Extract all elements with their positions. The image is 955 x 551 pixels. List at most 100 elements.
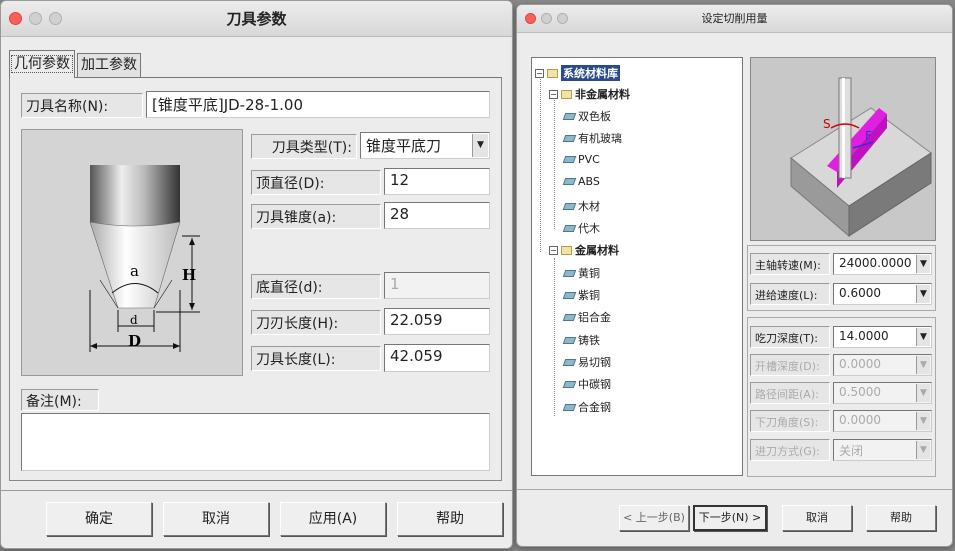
spindle-speed-select[interactable]: 24000.0000 ▼ [833,253,932,275]
plunge-angle-select[interactable]: 0.0000 ▼ [833,410,932,432]
tool-length-input[interactable]: 42.059 [384,344,490,372]
feed-rate-select[interactable]: 0.6000 ▼ [833,283,932,305]
minimize-window-button[interactable] [541,13,552,24]
tree-item[interactable]: PVC [562,153,600,166]
prev-button[interactable]: < 上一步(B) [619,505,689,531]
tree-item[interactable]: 合金钢 [562,399,611,415]
tab-machining-label: 加工参数 [81,57,137,73]
blade-length-label: 刀刃长度(H): [251,310,381,335]
collapse-icon[interactable]: − [549,89,558,99]
stepover-select[interactable]: 0.5000 ▼ [833,382,932,404]
tree-item-label: 紫铜 [578,289,600,302]
material-icon [562,202,577,210]
folder-icon [547,68,558,78]
minimize-window-button[interactable] [29,12,42,25]
help-button[interactable]: 帮助 [397,502,503,536]
chevron-down-icon[interactable]: ▼ [916,384,930,402]
close-window-button[interactable] [525,13,536,24]
tree-guide-line [554,94,555,229]
slot-depth-label: 开槽深度(D): [750,354,830,376]
next-button[interactable]: 下一步(N) > [693,505,767,531]
tree-guide-line [540,72,541,252]
title-bar: 设定切削用量 [517,5,952,33]
tool-params-dialog: 刀具参数 几何参数 加工参数 刀具名称(N): [锥度平底]JD-28-1.00 [0,0,513,549]
note-textarea[interactable] [21,413,490,471]
tab-machining[interactable]: 加工参数 [77,53,141,78]
cancel-button[interactable]: 取消 [163,502,269,536]
tree-item[interactable]: 木材 [562,198,600,214]
feed-rate-label: 进给速度(L): [750,283,830,305]
material-icon [562,313,577,321]
tool-length-label: 刀具长度(L): [251,346,381,371]
tool-name-label: 刀具名称(N): [21,93,143,118]
tool-type-select[interactable]: 锥度平底刀 ▼ [360,132,490,159]
tree-item[interactable]: 双色板 [562,108,611,124]
chevron-down-icon[interactable]: ▼ [916,328,930,346]
tool-name-input[interactable]: [锥度平底]JD-28-1.00 [146,91,490,118]
ok-button[interactable]: 确定 [46,502,152,536]
top-diameter-input[interactable]: 12 [384,168,490,195]
diameter-D-label: D [128,332,141,350]
chevron-down-icon[interactable]: ▼ [916,285,930,303]
tree-item[interactable]: 铸铁 [562,332,600,348]
tree-item-label: 黄铜 [578,267,600,280]
apply-button[interactable]: 应用(A) [280,502,386,536]
zoom-window-button[interactable] [49,12,62,25]
tree-item-label: 铝合金 [578,311,611,324]
tree-metal[interactable]: − 金属材料 [549,242,619,258]
tree-item[interactable]: 易切钢 [562,354,611,370]
tree-nonmetal-label: 非金属材料 [575,88,630,101]
material-tree[interactable]: − 系统材料库 − 非金属材料 双色板 有机玻璃 PVC ABS 木材 代木 −… [531,57,743,476]
blade-length-input[interactable]: 22.059 [384,308,490,335]
top-diameter-label: 顶直径(D): [251,170,381,195]
close-window-button[interactable] [9,12,22,25]
tree-metal-label: 金属材料 [575,244,619,257]
window-controls [9,12,62,25]
tree-item[interactable]: 有机玻璃 [562,130,622,146]
spindle-speed-value: 24000.0000 [839,256,912,270]
chevron-down-icon[interactable]: ▼ [916,356,930,374]
tree-item[interactable]: 代木 [562,220,600,236]
tab-geometry[interactable]: 几何参数 [9,50,75,78]
tree-root[interactable]: − 系统材料库 [535,65,620,81]
material-icon [562,156,577,163]
cut-depth-select[interactable]: 14.0000 ▼ [833,326,932,348]
folder-icon [561,245,572,255]
tree-nonmetal[interactable]: − 非金属材料 [549,86,630,102]
feed-rate-value: 0.6000 [839,286,881,300]
entry-mode-select[interactable]: 关闭 ▼ [833,439,932,461]
window-title: 设定切削用量 [701,12,768,25]
angle-a-label: a [130,262,139,280]
chevron-down-icon[interactable]: ▼ [916,255,930,273]
tree-item-label: ABS [578,175,600,188]
tree-item-label: 合金钢 [578,401,611,414]
help-button[interactable]: 帮助 [866,505,936,531]
tree-item[interactable]: 紫铜 [562,287,600,303]
tree-item-label: 代木 [578,222,600,235]
chevron-down-icon[interactable]: ▼ [916,441,930,459]
cut-depth-value: 14.0000 [839,329,889,343]
stepover-value: 0.5000 [839,385,881,399]
taper-input[interactable]: 28 [384,202,490,229]
tree-item[interactable]: 中碳钢 [562,376,611,392]
tree-item[interactable]: ABS [562,175,600,188]
chevron-down-icon[interactable]: ▼ [916,412,930,430]
material-icon [562,178,577,185]
collapse-icon[interactable]: − [549,245,558,255]
collapse-icon[interactable]: − [535,68,544,78]
material-icon [562,336,577,344]
cancel-button[interactable]: 取消 [782,505,852,531]
zoom-window-button[interactable] [557,13,568,24]
bottom-diameter-input[interactable]: 1 [384,272,490,299]
entry-mode-label: 进刀方式(G): [750,439,830,461]
chevron-down-icon[interactable]: ▼ [472,134,488,157]
slot-depth-select[interactable]: 0.0000 ▼ [833,354,932,376]
entry-mode-value: 关闭 [839,444,864,458]
window-controls [525,13,568,24]
tree-item[interactable]: 铝合金 [562,309,611,325]
tree-item-label: 有机玻璃 [578,132,622,145]
material-icon [562,134,577,142]
window-title: 刀具参数 [226,10,287,28]
tool-diagram: a H d D [21,129,243,376]
tree-item[interactable]: 黄铜 [562,265,600,281]
